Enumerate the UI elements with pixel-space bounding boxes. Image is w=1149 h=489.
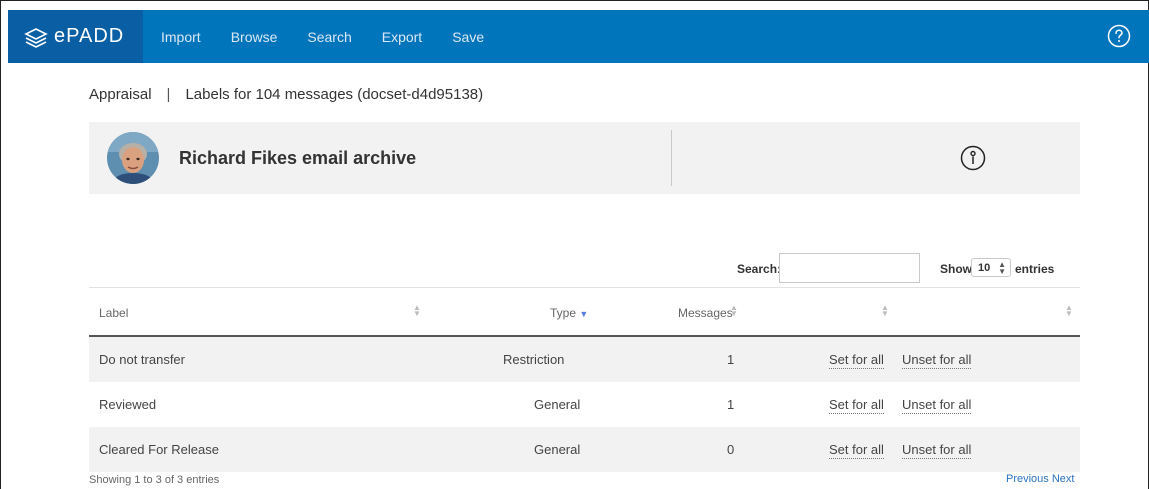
labels-table: Label ▲ ▼ Type ▼ Messages ▲ ▼ ▲ ▼ ▲ ▼ Do not… [89, 287, 1080, 472]
nav-item-import[interactable]: Import [161, 29, 201, 45]
sort-both-icon[interactable]: ▲ ▼ [881, 304, 889, 318]
nav-item-save[interactable]: Save [452, 29, 484, 45]
sort-both-icon[interactable]: ▲ ▼ [413, 304, 421, 318]
table-info: Showing 1 to 3 of 3 entries [89, 474, 220, 486]
pagination: Previous Next [1006, 473, 1074, 485]
search-input[interactable] [779, 253, 920, 283]
show-label: Show [940, 262, 972, 276]
table-row: Cleared For Release General 0 Set for al… [89, 427, 1080, 472]
archive-title: Richard Fikes email archive [179, 148, 417, 168]
brand-logo[interactable]: ePADD [8, 10, 143, 63]
nav-item-export[interactable]: Export [382, 29, 422, 45]
row-messages: 1 [727, 352, 735, 367]
top-navbar: ePADD Import Browse Search Export Save [8, 10, 1149, 63]
breadcrumb-section[interactable]: Appraisal [89, 86, 152, 103]
row-type: General [534, 397, 581, 412]
row-messages: 0 [727, 442, 735, 457]
unset-for-all-link[interactable]: Unset for all [902, 442, 972, 459]
sort-both-icon[interactable]: ▲ ▼ [1065, 304, 1073, 318]
column-header-messages-text: Messages [678, 306, 733, 320]
question-circle-icon[interactable] [1107, 24, 1131, 48]
row-label: Reviewed [99, 397, 157, 412]
row-label: Cleared For Release [99, 442, 219, 457]
nav-item-browse[interactable]: Browse [231, 29, 278, 45]
set-for-all-link[interactable]: Set for all [829, 442, 884, 459]
unset-for-all-link[interactable]: Unset for all [902, 352, 972, 369]
sort-both-icon[interactable]: ▲ ▼ [730, 304, 738, 318]
avatar [107, 132, 159, 184]
next-page-button[interactable]: Next [1052, 473, 1075, 485]
sort-desc-icon: ▼ [579, 309, 589, 319]
select-arrows-icon: ▲ ▼ [998, 260, 1006, 276]
unset-for-all-link[interactable]: Unset for all [902, 397, 972, 414]
entries-label: entries [1015, 262, 1055, 276]
table-header: Label ▲ ▼ Type ▼ Messages ▲ ▼ ▲ ▼ ▲ ▼ [89, 287, 1080, 337]
row-type: General [534, 442, 581, 457]
nav-menu: Import Browse Search Export Save [161, 29, 514, 45]
table-row: Do not transfer Restriction 1 Set for al… [89, 337, 1080, 382]
breadcrumb-separator: | [166, 86, 171, 103]
header-divider [671, 130, 672, 186]
search-label: Search: [737, 262, 782, 276]
info-circle-icon[interactable] [960, 145, 986, 171]
archive-header: Richard Fikes email archive [89, 122, 1080, 194]
column-header-type[interactable]: Type ▼ [550, 306, 588, 320]
set-for-all-link[interactable]: Set for all [829, 352, 884, 369]
column-header-messages[interactable]: Messages [678, 306, 733, 320]
row-type: Restriction [503, 352, 565, 367]
set-for-all-link[interactable]: Set for all [829, 397, 884, 414]
page-length-select[interactable]: 10 ▲ ▼ [971, 258, 1011, 277]
column-header-type-text: Type [550, 306, 577, 320]
page-length-value: 10 [978, 261, 991, 274]
row-messages: 1 [727, 397, 735, 412]
nav-item-search[interactable]: Search [307, 29, 351, 45]
previous-page-button[interactable]: Previous [1006, 473, 1049, 485]
brand-name: ePADD [54, 25, 125, 47]
breadcrumb-page: Labels for 104 messages (docset-d4d95138… [185, 86, 484, 103]
breadcrumb: Appraisal | Labels for 104 messages (doc… [89, 86, 483, 103]
table-row: Reviewed General 1 Set for all Unset for… [89, 382, 1080, 427]
row-label: Do not transfer [99, 352, 185, 367]
layers-logo-icon [24, 26, 48, 48]
column-header-label[interactable]: Label [99, 306, 128, 320]
